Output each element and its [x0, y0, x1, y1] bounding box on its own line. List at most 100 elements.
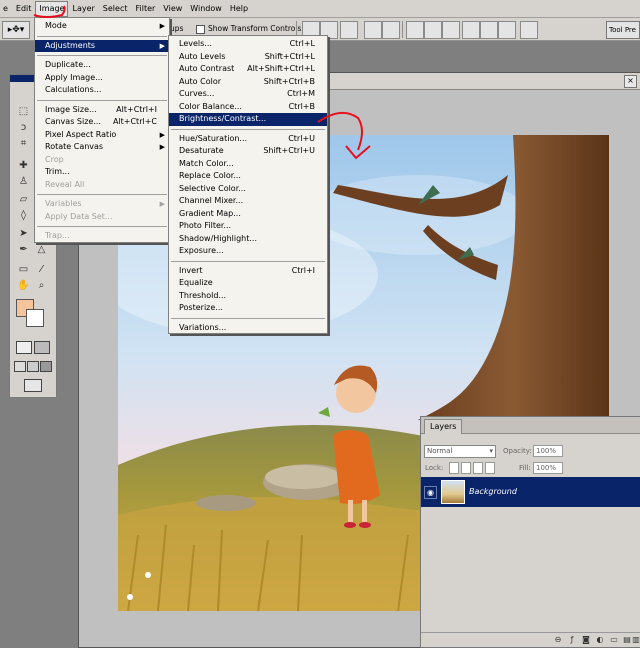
menu-item-curves[interactable]: Curves... Ctrl+M	[169, 88, 327, 101]
menu-view[interactable]: View	[159, 0, 186, 17]
menu-item-rotate-canvas[interactable]: Rotate Canvas ▶	[35, 141, 169, 154]
shortcut: Ctrl+B	[288, 101, 315, 111]
menu-item-match-color[interactable]: Match Color...	[169, 158, 327, 171]
auto-align-icon[interactable]	[520, 21, 538, 39]
menu-item-hue-saturation-label: Hue/Saturation...	[179, 133, 248, 143]
imageready-icon[interactable]	[24, 379, 42, 392]
menu-item-auto-color[interactable]: Auto Color Shift+Ctrl+B	[169, 76, 327, 89]
lock-image-icon[interactable]	[461, 462, 471, 474]
menu-item-photo-filter[interactable]: Photo Filter...	[169, 220, 327, 233]
background-color-swatch[interactable]	[26, 309, 44, 327]
menu-item-calculations[interactable]: Calculations...	[35, 84, 169, 97]
crop-tool-icon[interactable]: ⌗	[16, 137, 31, 150]
menu-item-equalize[interactable]: Equalize	[169, 277, 327, 290]
menu-filter[interactable]: Filter	[131, 0, 159, 17]
menu-edit[interactable]: Edit	[12, 0, 36, 17]
menu-item-gradient-map[interactable]: Gradient Map...	[169, 208, 327, 221]
screen-mode-full-icon[interactable]	[40, 361, 52, 372]
menu-item-replace-color[interactable]: Replace Color...	[169, 170, 327, 183]
opacity-field[interactable]: 100%	[533, 445, 563, 457]
layer-style-icon[interactable]: ƒ	[567, 635, 577, 644]
menu-item-duplicate[interactable]: Duplicate...	[35, 59, 169, 72]
quickmask-standard-icon[interactable]	[16, 341, 32, 354]
menu-item-mode[interactable]: Mode ▶	[35, 20, 169, 33]
move-tool-preset[interactable]: ▸✥▾	[2, 21, 30, 39]
menu-select[interactable]: Select	[99, 0, 132, 17]
blur-tool-icon[interactable]: ◊	[16, 209, 31, 222]
pen-tool-icon[interactable]: ✒	[16, 243, 31, 256]
menu-item-threshold[interactable]: Threshold...	[169, 290, 327, 303]
menu-item-exposure[interactable]: Exposure...	[169, 245, 327, 258]
eraser-tool-icon[interactable]: ▱	[16, 193, 31, 206]
menu-image[interactable]: Image	[35, 1, 69, 17]
shape-tool-icon[interactable]: △	[34, 243, 49, 256]
menu-item-image-size[interactable]: Image Size... Alt+Ctrl+I	[35, 104, 169, 117]
menu-item-variables: Variables ▶	[35, 198, 169, 211]
shortcut: Alt+Ctrl+I	[116, 104, 157, 114]
menu-item-apply-image[interactable]: Apply Image...	[35, 72, 169, 85]
menu-item-desaturate[interactable]: Desaturate Shift+Ctrl+U	[169, 145, 327, 158]
menu-layer[interactable]: Layer	[68, 0, 98, 17]
menu-item-selective-color[interactable]: Selective Color...	[169, 183, 327, 196]
layer-row-background[interactable]: ◉ Background	[421, 477, 640, 507]
show-transform-checkbox[interactable]	[196, 24, 205, 34]
align-hcenter-icon[interactable]	[382, 21, 400, 39]
shortcut: Ctrl+U	[288, 133, 315, 143]
tool-presets-tab[interactable]: Tool Pre	[606, 21, 640, 39]
lock-position-icon[interactable]	[473, 462, 483, 474]
trash-icon[interactable]: ▥	[631, 635, 640, 644]
menu-item-canvas-size[interactable]: Canvas Size... Alt+Ctrl+C	[35, 116, 169, 129]
submenu-arrow-icon: ▶	[159, 22, 165, 30]
menu-item-pixel-aspect[interactable]: Pixel Aspect Ratio ▶	[35, 129, 169, 142]
hand-tool-icon[interactable]: ✋	[16, 279, 31, 292]
close-icon[interactable]: ×	[624, 75, 637, 88]
menu-item-levels[interactable]: Levels... Ctrl+L	[169, 38, 327, 51]
menu-item-trim[interactable]: Trim...	[35, 166, 169, 179]
lasso-tool-icon[interactable]: ↄ	[16, 121, 31, 134]
align-left-icon[interactable]	[364, 21, 382, 39]
menu-item-variations[interactable]: Variations...	[169, 322, 327, 335]
menu-item-channel-mixer[interactable]: Channel Mixer...	[169, 195, 327, 208]
distribute-bottom-icon[interactable]	[442, 21, 460, 39]
menu-item-auto-levels[interactable]: Auto Levels Shift+Ctrl+L	[169, 51, 327, 64]
show-transform-controls[interactable]: Show Transform Controls	[196, 24, 301, 34]
layers-tab[interactable]: Layers	[424, 419, 463, 434]
zoom-tool-icon[interactable]: ⌕	[34, 279, 49, 292]
menu-item-auto-contrast[interactable]: Auto Contrast Alt+Shift+Ctrl+L	[169, 63, 327, 76]
menu-item-adjustments[interactable]: Adjustments ▶	[35, 39, 169, 52]
fill-field[interactable]: 100%	[533, 462, 563, 474]
distribute-left-icon[interactable]	[462, 21, 480, 39]
blend-mode-select[interactable]: Normal ▾	[424, 445, 496, 458]
screen-mode-standard-icon[interactable]	[14, 361, 26, 372]
notes-tool-icon[interactable]: ▭	[16, 263, 31, 276]
distribute-top-icon[interactable]	[406, 21, 424, 39]
menu-help[interactable]: Help	[226, 0, 252, 17]
menu-item-posterize[interactable]: Posterize...	[169, 302, 327, 315]
link-layers-icon[interactable]: ⊖	[553, 635, 563, 644]
menu-item-shadow-highlight[interactable]: Shadow/Highlight...	[169, 233, 327, 246]
eye-icon[interactable]: ◉	[424, 486, 437, 499]
layer-mask-icon[interactable]: ◙	[581, 635, 591, 644]
adjustment-layer-icon[interactable]: ◐	[595, 635, 605, 644]
distribute-vcenter-icon[interactable]	[424, 21, 442, 39]
menu-item-invert[interactable]: Invert Ctrl+I	[169, 265, 327, 278]
menu-item-color-balance[interactable]: Color Balance... Ctrl+B	[169, 101, 327, 114]
distribute-hcenter-icon[interactable]	[480, 21, 498, 39]
lock-all-icon[interactable]	[485, 462, 495, 474]
menu-item-brightness-contrast[interactable]: Brightness/Contrast...	[169, 113, 327, 126]
adjustments-submenu: Levels... Ctrl+L Auto Levels Shift+Ctrl+L …	[168, 35, 328, 334]
screen-mode-menu-icon[interactable]	[27, 361, 39, 372]
quickmask-mode-icon[interactable]	[34, 341, 50, 354]
healing-brush-icon[interactable]: ✚	[16, 159, 31, 172]
marquee-tool-icon[interactable]: ⬚	[16, 105, 31, 118]
align-bottom-icon[interactable]	[340, 21, 358, 39]
new-group-icon[interactable]: ▭	[609, 635, 619, 644]
eyedropper-tool-icon[interactable]: ⁄	[34, 263, 49, 276]
clone-stamp-icon[interactable]: ♙	[16, 175, 31, 188]
menu-file[interactable]: e	[0, 0, 12, 17]
menu-item-hue-saturation[interactable]: Hue/Saturation... Ctrl+U	[169, 133, 327, 146]
path-selection-icon[interactable]: ➤	[16, 227, 31, 240]
distribute-right-icon[interactable]	[498, 21, 516, 39]
menu-window[interactable]: Window	[186, 0, 226, 17]
lock-transparent-icon[interactable]	[449, 462, 459, 474]
